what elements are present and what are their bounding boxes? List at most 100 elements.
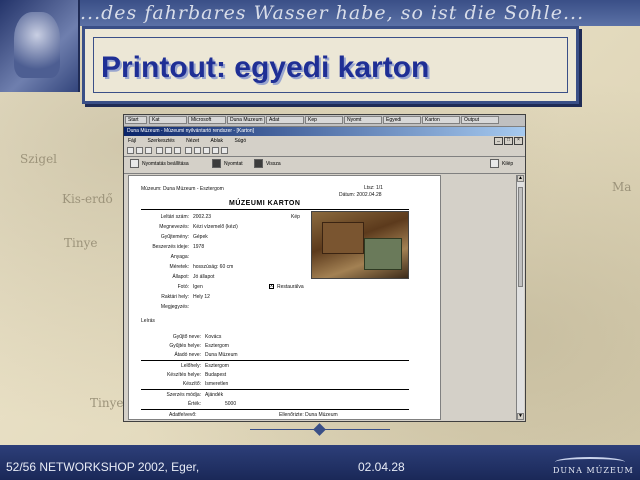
taskbar-item[interactable]: Karton (422, 116, 460, 124)
back-button[interactable]: Vissza (254, 159, 281, 170)
menu-help[interactable]: Súgó (234, 138, 246, 144)
card-field-label: Gyűjtő neve: (172, 334, 201, 340)
restored-checkbox-label: Restaurálva (277, 284, 304, 290)
scroll-down-icon[interactable]: ▼ (517, 413, 524, 420)
start-button[interactable]: Start (125, 116, 147, 124)
logo-text: DUNA MÚZEUM (553, 466, 634, 475)
footer-event: 52/56 NETWORKSHOP 2002, Eger, (6, 460, 200, 474)
scroll-thumb[interactable] (518, 187, 523, 287)
object-photo (311, 211, 409, 279)
restored-checkbox[interactable]: x (269, 284, 274, 289)
preview-side-panel (442, 175, 515, 420)
card-field-label: Beszerzés ideje: (152, 244, 189, 250)
toolbar (124, 146, 525, 157)
card-field-value: Esztergom (205, 363, 229, 369)
photo-object-shape (322, 222, 364, 254)
print-button[interactable]: Nyomtat (212, 159, 243, 170)
card-field-label: Raktári hely: (161, 294, 189, 300)
taskbar-item[interactable]: Egyedi (383, 116, 421, 124)
title-frame: Printout: egyedi karton (82, 26, 579, 104)
exit-button[interactable]: Kilép (490, 159, 513, 170)
card-field-label: Készítő: (182, 381, 201, 387)
map-label: Kis-erdő (62, 192, 113, 206)
card-field-value: Budapest (205, 372, 227, 378)
card-field-value: Hely 12 (193, 294, 210, 300)
card-field-value: Esztergom (205, 343, 229, 349)
ornament-divider (250, 423, 390, 436)
toolbar-button[interactable] (127, 147, 134, 154)
card-field-label: Fotó: (177, 284, 189, 290)
card-field-value: 2002.23 (193, 214, 212, 220)
taskbar-item[interactable]: Adat (266, 116, 304, 124)
engraving-figure-icon (14, 12, 60, 78)
card-checked-by: Ellenőrizte: Duna Múzeum (279, 412, 338, 418)
toolbar-button[interactable] (156, 147, 163, 154)
toolbar-button[interactable] (185, 147, 192, 154)
slide-footer: 52/56 NETWORKSHOP 2002, Eger, 02.04.28 D… (0, 445, 640, 480)
menu-window[interactable]: Ablak (211, 138, 224, 144)
menu-view[interactable]: Nézet (186, 138, 199, 144)
card-field-label: Érték: (187, 401, 201, 407)
photo-object-shape (364, 238, 402, 270)
card-field-label: Megjegyzés: (160, 304, 189, 310)
card-field-value: Kovács (205, 334, 222, 340)
card-field-label: Leltári szám: (160, 214, 189, 220)
card-field-label: Készítés helye: (167, 372, 201, 378)
print-setup-button[interactable]: Nyomtatás beállítása (130, 159, 189, 170)
card-field-value: Ismeretlen (205, 381, 229, 387)
card-field-value: 1978 (193, 244, 205, 250)
toolbar-button[interactable] (221, 147, 228, 154)
duna-muzeum-logo: DUNA MÚZEUM (545, 457, 635, 477)
toolbar-button[interactable] (174, 147, 181, 154)
window-titlebar: Duna Múzeum - Múzeumi nyilvántartó rends… (124, 127, 525, 136)
card-photo-label: Kép (291, 214, 300, 220)
print-label: Nyomtat (224, 161, 243, 167)
toolbar-button[interactable] (212, 147, 219, 154)
card-field-label: Gyűjtés helye: (169, 343, 201, 349)
vertical-scrollbar[interactable]: ▲ ▼ (516, 175, 524, 420)
toolbar-button[interactable] (194, 147, 201, 154)
print-setup-label: Nyomtatás beállítása (142, 161, 189, 167)
card-title-rule (141, 209, 409, 210)
taskbar-item[interactable]: Duna Muzeum (227, 116, 265, 124)
card-field-label: Átadó neve: (174, 352, 201, 358)
map-label: Tinye (90, 396, 124, 410)
slide-title: Printout: egyedi karton (101, 51, 430, 84)
scroll-up-icon[interactable]: ▲ (517, 175, 524, 182)
toolbar-button[interactable] (203, 147, 210, 154)
card-field-label: Anyaga: (170, 254, 189, 260)
exit-label: Kilép (502, 161, 514, 167)
toolbar-button[interactable] (165, 147, 172, 154)
card-date: Dátum: 2002.04.28 (339, 192, 382, 198)
taskbar-item[interactable]: Kep (305, 116, 343, 124)
card-section-label: Leírás (141, 318, 155, 324)
taskbar-item[interactable]: Nyomt (344, 116, 382, 124)
toolbar-button[interactable] (136, 147, 143, 154)
card-field-value: Duna Múzeum (205, 352, 238, 358)
footer-date: 02.04.28 (358, 460, 405, 474)
card-rule (141, 360, 409, 361)
menu-file[interactable]: Fájl (128, 138, 136, 144)
header-band: ...des fahrbares Wasser habe, so ist die… (0, 0, 640, 26)
card-field-label: Állapot: (172, 274, 189, 280)
taskbar-item[interactable]: Output (461, 116, 499, 124)
taskbar-item[interactable]: Kat (149, 116, 187, 124)
card-rule (141, 389, 409, 390)
toolbar-button[interactable] (145, 147, 152, 154)
card-inventory-no: Ltsz: 1/1 (364, 185, 383, 191)
card-field-value: Kézi vízemelő (kézi) (193, 224, 238, 230)
card-field-label: Megnevezés: (159, 224, 189, 230)
header-engraving (0, 0, 80, 92)
card-field-value: Jó állapot (193, 274, 215, 280)
menu-edit[interactable]: Szerkesztés (147, 138, 174, 144)
card-preview: Múzeum: Duna Múzeum - Esztergom Ltsz: 1/… (128, 175, 441, 420)
print-icon (212, 159, 221, 169)
back-label: Vissza (266, 161, 281, 167)
back-icon (254, 159, 263, 169)
card-field-value: 5000 (225, 401, 237, 407)
card-field-label: Gyűjtemény: (160, 234, 189, 240)
taskbar-item[interactable]: Microsoft (188, 116, 226, 124)
card-field-value: Ajándék (205, 392, 224, 398)
action-bar: Nyomtatás beállítása Nyomtat Vissza Kilé… (124, 157, 525, 174)
ornament-diamond-icon (313, 423, 326, 436)
